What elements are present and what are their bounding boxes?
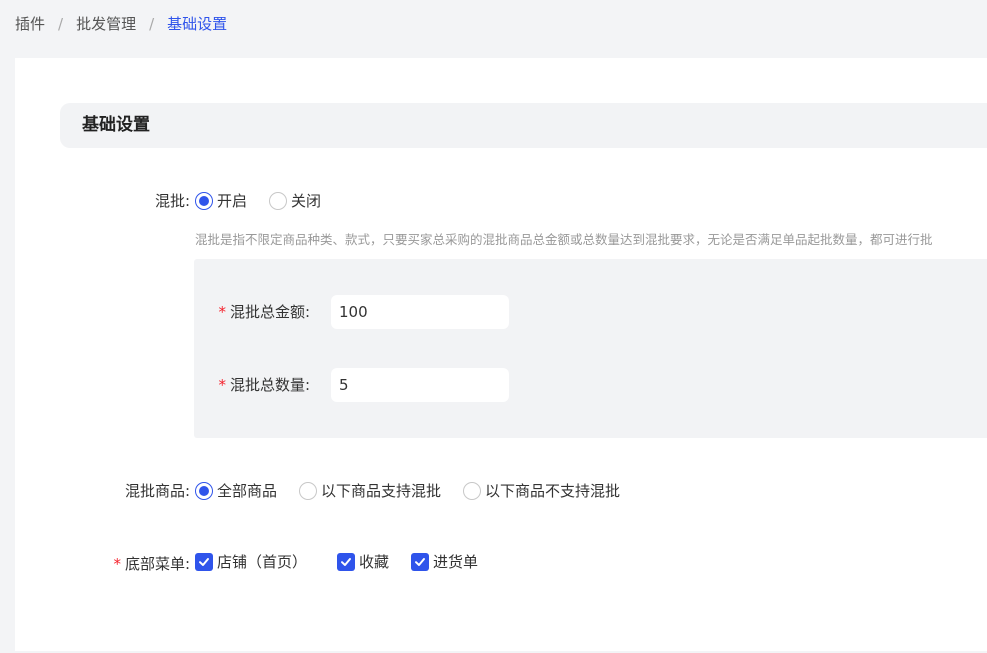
required-asterisk: * xyxy=(113,555,121,573)
checkbox-favorites[interactable]: 收藏 xyxy=(337,551,389,573)
total-amount-label-text: 混批总金额: xyxy=(229,303,310,321)
radio-goods-not-supported[interactable]: 以下商品不支持混批 xyxy=(463,480,620,502)
radio-circle-checked[interactable] xyxy=(195,482,213,500)
radio-mixed-batch-off[interactable]: 关闭 xyxy=(269,190,321,212)
radio-all-goods[interactable]: 全部商品 xyxy=(195,480,277,502)
section-title: 基础设置 xyxy=(82,115,150,135)
radio-label: 关闭 xyxy=(291,192,322,210)
mixed-batch-label-text: 混批: xyxy=(154,192,190,210)
breadcrumb-separator: / xyxy=(149,15,155,33)
mixed-batch-hint: 混批是指不限定商品种类、款式，只要买家总采购的混批商品总金额或总数量达到混批要求… xyxy=(195,232,933,247)
radio-label: 全部商品 xyxy=(217,482,278,500)
total-quantity-input[interactable] xyxy=(331,368,509,402)
breadcrumb-item-current: 基础设置 xyxy=(167,15,228,33)
mixed-goods-radio-group: 全部商品 以下商品支持混批 以下商品不支持混批 xyxy=(195,480,620,502)
mixed-goods-label: 混批商品: xyxy=(125,480,190,502)
breadcrumb-item-plugins[interactable]: 插件 xyxy=(15,15,45,33)
mixed-batch-label: 混批: xyxy=(155,190,190,212)
total-quantity-label: * 混批总数量: xyxy=(218,374,310,396)
checkmark-icon[interactable] xyxy=(337,553,356,571)
radio-circle-checked[interactable] xyxy=(195,192,213,210)
checkbox-shop-home[interactable]: 店铺（首页） xyxy=(195,551,307,573)
total-amount-input[interactable] xyxy=(331,295,509,329)
total-quantity-label-text: 混批总数量: xyxy=(229,376,310,394)
radio-goods-supported[interactable]: 以下商品支持混批 xyxy=(299,480,441,502)
radio-circle[interactable] xyxy=(269,192,288,210)
breadcrumb: 插件 / 批发管理 / 基础设置 xyxy=(15,13,227,35)
bottom-menu-label: * 底部菜单: xyxy=(113,553,190,575)
required-asterisk: * xyxy=(218,376,226,394)
checkbox-label: 进货单 xyxy=(433,553,479,571)
mixed-batch-sub-settings: *混批总金额: *混批总数量: xyxy=(194,259,987,438)
checkmark-icon[interactable] xyxy=(195,553,213,571)
settings-card: 基础设置 混批: 开启 关闭 混批是指不限定商品种类、款式，只要买家总采购的混批… xyxy=(15,58,987,651)
checkmark-icon[interactable] xyxy=(411,553,430,571)
required-asterisk: * xyxy=(218,303,226,321)
radio-circle[interactable] xyxy=(463,482,482,500)
radio-label: 以下商品支持混批 xyxy=(321,482,442,500)
checkbox-label: 收藏 xyxy=(359,553,390,571)
bottom-menu-label-text: 底部菜单: xyxy=(124,555,190,573)
radio-label: 开启 xyxy=(217,192,248,210)
checkbox-purchase-list[interactable]: 进货单 xyxy=(411,551,478,573)
section-header: 基础设置 xyxy=(60,103,987,148)
mixed-goods-label-text: 混批商品: xyxy=(124,482,190,500)
checkbox-label: 店铺（首页） xyxy=(217,553,308,571)
radio-label: 以下商品不支持混批 xyxy=(485,482,621,500)
bottom-menu-checkbox-group: 店铺（首页） 收藏 进货单 xyxy=(195,551,478,573)
total-amount-label: * 混批总金额: xyxy=(218,301,310,323)
breadcrumb-separator: / xyxy=(58,15,64,33)
mixed-batch-radio-group: 开启 关闭 xyxy=(195,190,321,212)
breadcrumb-item-wholesale[interactable]: 批发管理 xyxy=(76,15,136,33)
radio-circle[interactable] xyxy=(299,482,318,500)
radio-mixed-batch-on[interactable]: 开启 xyxy=(195,190,247,212)
